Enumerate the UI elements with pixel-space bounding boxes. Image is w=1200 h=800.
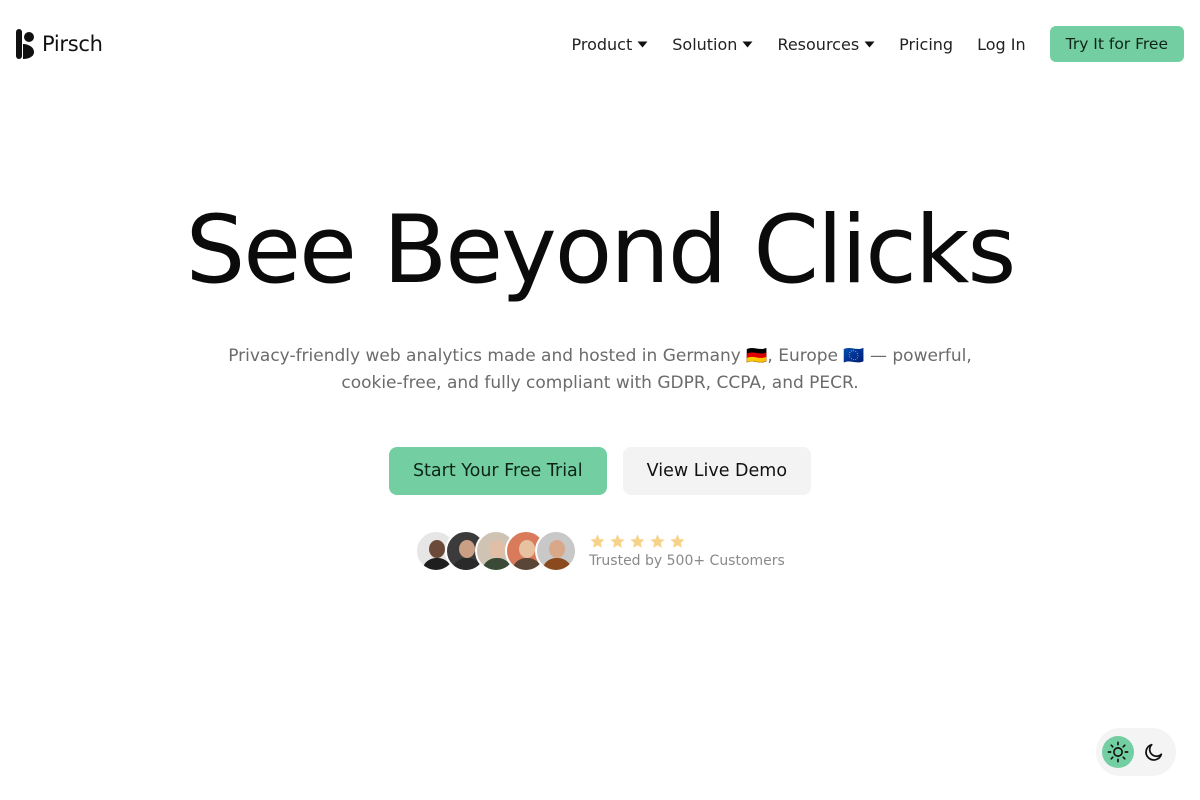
caret-down-icon [864, 41, 875, 47]
nav-item-pricing[interactable]: Pricing [899, 35, 953, 54]
try-free-button[interactable]: Try It for Free [1049, 26, 1184, 62]
nav-item-label: Solution [672, 34, 738, 54]
view-demo-button[interactable]: View Live Demo [622, 447, 812, 495]
rating-stars [589, 533, 785, 550]
hero-subtitle: Privacy-friendly web analytics made and … [228, 346, 972, 393]
nav-item-resources[interactable]: Resources [777, 35, 875, 54]
trust-text: Trusted by 500+ Customers [589, 533, 785, 569]
nav-item-label: Log In [977, 34, 1026, 54]
hero-buttons: Start Your Free Trial View Live Demo [0, 447, 1200, 495]
caret-down-icon [742, 41, 753, 47]
star-icon [630, 534, 645, 548]
nav-item-solution[interactable]: Solution [672, 35, 753, 54]
nav-item-label: Resources [777, 34, 860, 54]
main-nav: Product Solution Resources Pricing Log I… [572, 26, 1184, 62]
trust-row: Trusted by 500+ Customers [0, 530, 1200, 572]
sun-icon [1107, 741, 1129, 763]
trust-label: Trusted by 500+ Customers [589, 553, 785, 569]
pirsch-logo-icon [16, 29, 34, 59]
dark-mode-button[interactable] [1138, 736, 1170, 768]
star-icon [650, 534, 665, 548]
logo[interactable]: Pirsch [16, 29, 103, 59]
nav-item-login[interactable]: Log In [977, 35, 1026, 54]
caret-down-icon [637, 41, 648, 47]
nav-item-product[interactable]: Product [572, 35, 649, 54]
light-mode-button[interactable] [1102, 736, 1134, 768]
brand-name: Pirsch [42, 32, 103, 56]
customer-avatars [415, 530, 578, 572]
page: Pirsch Product Solution Resources Pricin… [0, 0, 1200, 800]
nav-item-label: Product [571, 34, 633, 54]
theme-toggle [1096, 728, 1176, 776]
start-trial-button[interactable]: Start Your Free Trial [388, 447, 607, 495]
moon-icon [1145, 743, 1163, 761]
hero-title: See Beyond Clicks [185, 196, 1017, 305]
avatar [535, 530, 578, 572]
nav-item-label: Pricing [899, 34, 954, 54]
star-icon [670, 534, 685, 548]
site-header: Pirsch Product Solution Resources Pricin… [0, 0, 1200, 88]
star-icon [590, 534, 605, 548]
star-icon [610, 534, 625, 548]
